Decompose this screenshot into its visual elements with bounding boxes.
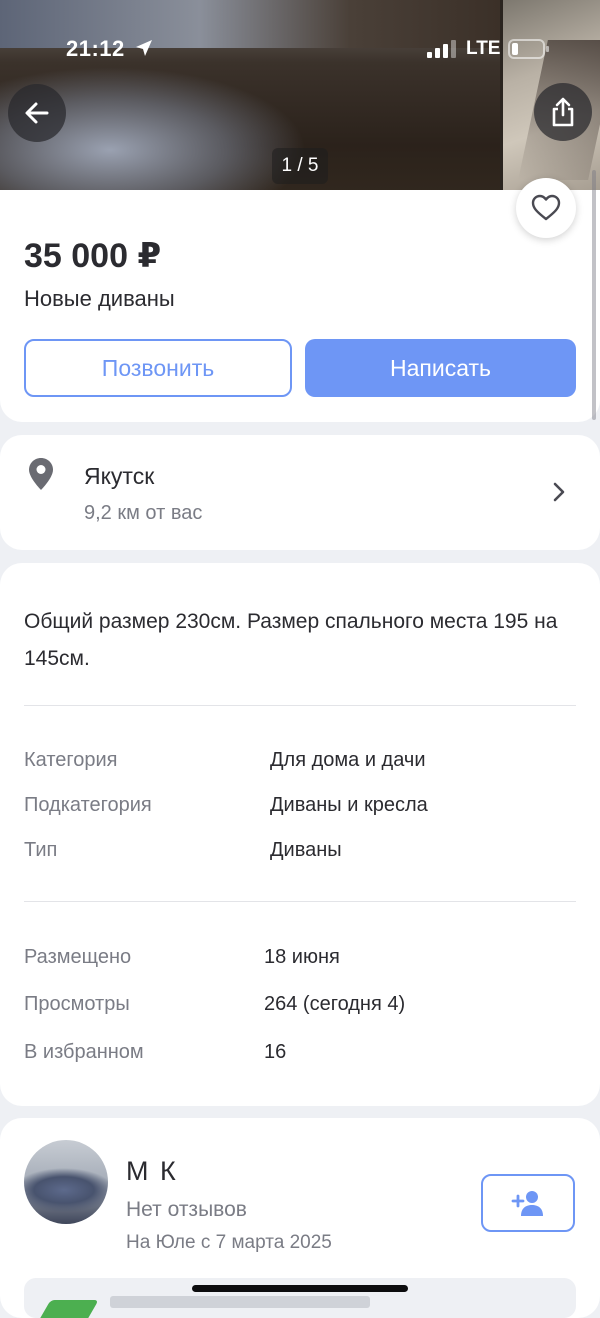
location-city: Якутск bbox=[84, 463, 155, 489]
photo-counter: 1 / 5 bbox=[272, 148, 328, 184]
stat-value-posted: 18 июня bbox=[264, 946, 340, 968]
seller-reviews: Нет отзывов bbox=[126, 1198, 247, 1221]
divider bbox=[24, 705, 576, 706]
location-card[interactable]: Якутск 9,2 км от вас bbox=[0, 435, 600, 550]
signal-icon bbox=[427, 40, 456, 58]
price-card: 35 000 ₽ Новые диваны Позвонить Написать bbox=[0, 190, 600, 422]
stat-value-favorites: 16 bbox=[264, 1041, 287, 1063]
heart-icon bbox=[531, 194, 561, 221]
property-value-type: Диваны bbox=[270, 839, 342, 861]
back-button[interactable] bbox=[8, 84, 66, 142]
home-indicator[interactable] bbox=[192, 1285, 408, 1292]
scrollbar[interactable] bbox=[592, 170, 596, 420]
stat-value-views: 264 (сегодня 4) bbox=[264, 993, 406, 1015]
arrow-left-icon bbox=[25, 102, 49, 124]
follow-seller-button[interactable] bbox=[481, 1174, 575, 1232]
listing-title: Новые диваны bbox=[24, 286, 175, 311]
listing-price: 35 000 ₽ bbox=[24, 237, 162, 275]
banner-text-placeholder bbox=[110, 1296, 370, 1308]
status-bar: 21:12 LTE bbox=[0, 36, 600, 62]
description-card: Общий размер 230см. Размер спального мес… bbox=[0, 563, 600, 1106]
avatar[interactable] bbox=[24, 1140, 108, 1224]
battery-icon bbox=[508, 39, 549, 59]
property-label-category: Категория bbox=[24, 749, 118, 771]
location-arrow-icon bbox=[136, 40, 152, 56]
call-button[interactable]: Позвонить bbox=[24, 339, 292, 397]
status-time: 21:12 bbox=[66, 36, 125, 61]
seller-banner[interactable] bbox=[24, 1278, 576, 1318]
divider bbox=[24, 901, 576, 902]
property-value-category: Для дома и дачи bbox=[270, 749, 426, 771]
property-label-subcategory: Подкатегория bbox=[24, 794, 152, 816]
add-user-icon bbox=[511, 1191, 543, 1216]
stat-label-posted: Размещено bbox=[24, 946, 132, 968]
network-type: LTE bbox=[466, 38, 501, 59]
seller-since: На Юле с 7 марта 2025 bbox=[126, 1232, 332, 1253]
share-icon bbox=[552, 97, 574, 127]
seller-name[interactable]: М К bbox=[126, 1156, 178, 1187]
write-button[interactable]: Написать bbox=[305, 339, 576, 397]
location-distance: 9,2 км от вас bbox=[84, 502, 203, 524]
property-label-type: Тип bbox=[24, 839, 58, 861]
property-value-subcategory: Диваны и кресла bbox=[270, 794, 428, 816]
photo-gallery[interactable]: 21:12 LTE 1 / 5 bbox=[0, 0, 600, 208]
listing-description: Общий размер 230см. Размер спального мес… bbox=[24, 610, 558, 670]
map-pin-icon bbox=[29, 458, 53, 490]
share-button[interactable] bbox=[534, 83, 592, 141]
stat-label-views: Просмотры bbox=[24, 993, 130, 1015]
chevron-right-icon bbox=[553, 482, 565, 502]
gallery-photo-current[interactable] bbox=[0, 0, 500, 208]
favorite-button[interactable] bbox=[516, 178, 576, 238]
stat-label-favorites: В избранном bbox=[24, 1041, 144, 1063]
